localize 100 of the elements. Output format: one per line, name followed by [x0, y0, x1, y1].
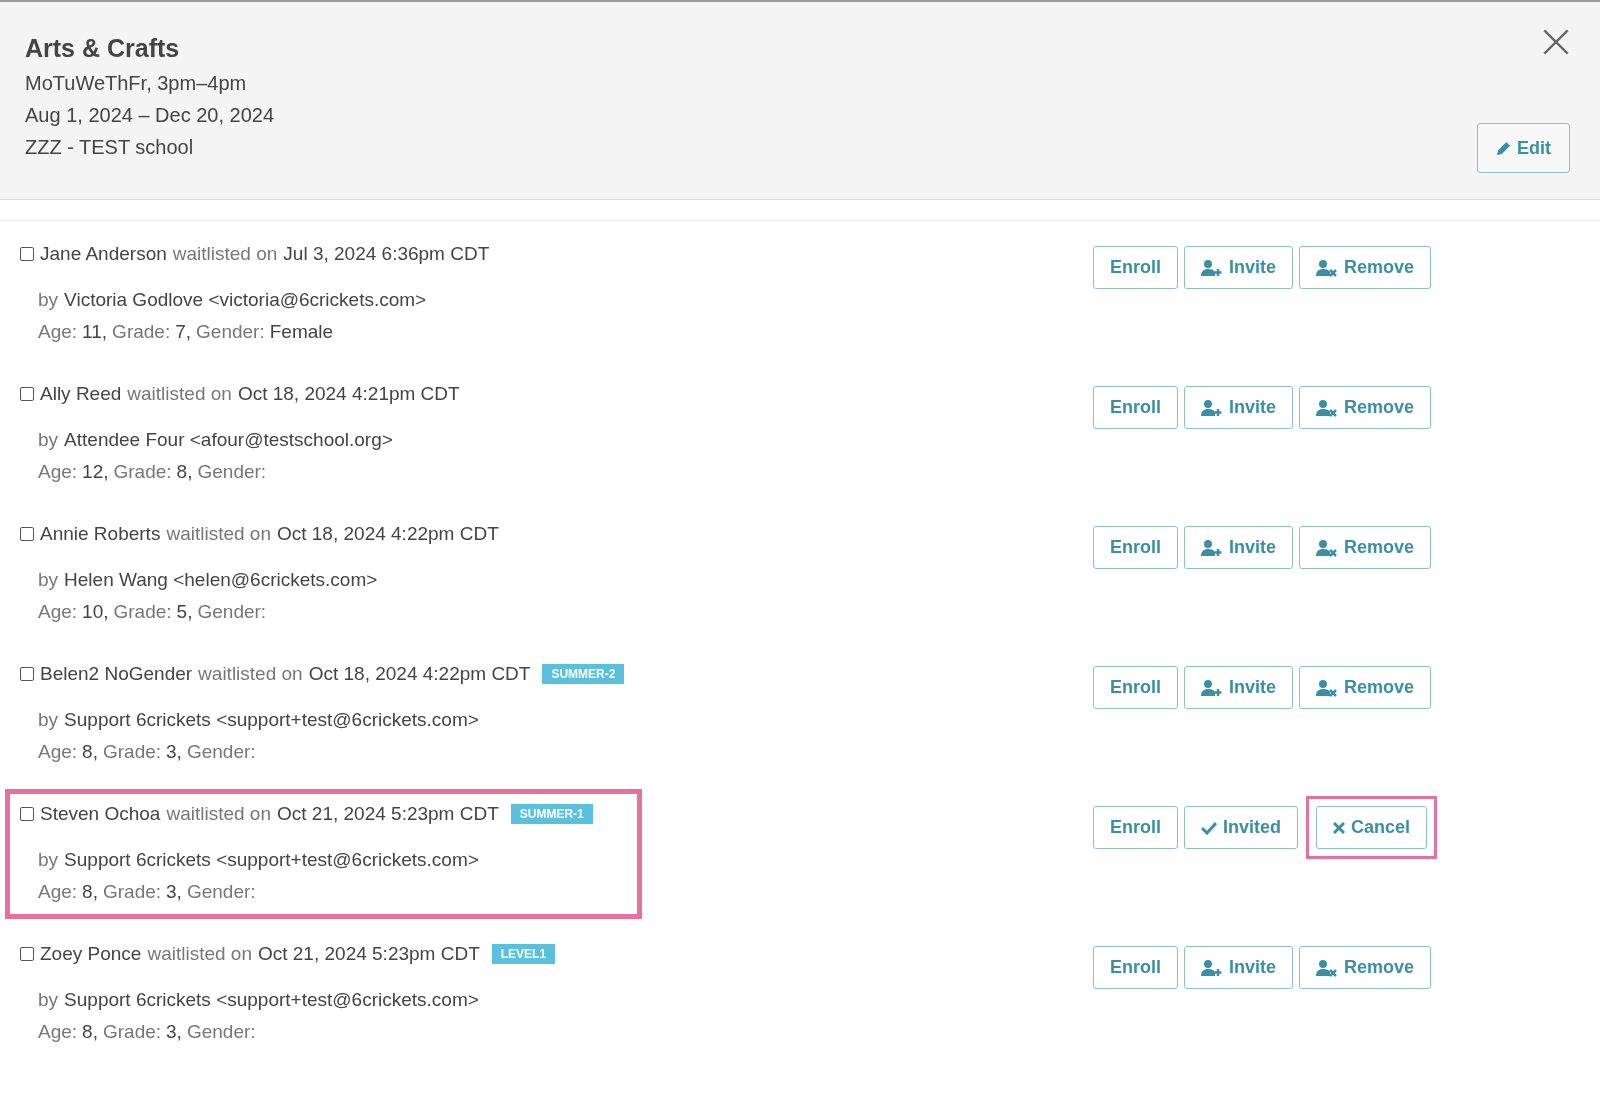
student-name[interactable]: Jane Anderson — [40, 243, 167, 265]
field-value: 3, — [166, 1021, 182, 1043]
remove-button[interactable]: Remove — [1299, 946, 1432, 989]
remove-button[interactable]: Remove — [1299, 526, 1432, 569]
checkbox[interactable] — [20, 807, 34, 821]
waitlisted-label: waitlisted on — [198, 663, 303, 685]
checkbox[interactable] — [20, 247, 34, 261]
waitlist-date: Jul 3, 2024 6:36pm CDT — [283, 243, 490, 265]
field-value: 8, — [82, 741, 98, 763]
field-label: Age: — [38, 321, 78, 343]
field-label: Gender: — [196, 321, 265, 343]
field-label: Grade: — [102, 1021, 162, 1043]
field-label: Gender: — [186, 1021, 256, 1043]
field-value: 8, — [82, 1021, 98, 1043]
tag-badge: LEVEL1 — [491, 944, 556, 964]
student-name[interactable]: Belen2 NoGender — [40, 663, 193, 685]
enroll-button[interactable]: Enroll — [1093, 666, 1178, 709]
field-label: Grade: — [113, 601, 172, 623]
field-label: Gender: — [197, 601, 267, 623]
invited-button[interactable]: Invited — [1184, 806, 1299, 849]
user-x-icon — [1316, 538, 1339, 557]
user-x-icon — [1316, 958, 1339, 977]
user-plus-icon — [1201, 958, 1223, 977]
field-value: 12, — [82, 461, 109, 483]
invite-button[interactable]: Invite — [1184, 666, 1294, 709]
by-label: by — [38, 989, 59, 1011]
check-icon — [1201, 820, 1217, 835]
waitlisted-label: waitlisted on — [127, 383, 232, 405]
field-label: Gender: — [186, 881, 256, 903]
student-name[interactable]: Steven Ochoa — [40, 803, 161, 825]
by-label: by — [38, 849, 59, 871]
user-x-icon — [1316, 398, 1339, 417]
invite-button[interactable]: Invite — [1184, 526, 1294, 569]
waitlisted-label: waitlisted on — [172, 243, 278, 265]
field-label: Age: — [38, 881, 78, 903]
by-label: by — [38, 569, 59, 591]
invite-button[interactable]: Invite — [1184, 246, 1294, 289]
by-label: by — [38, 289, 59, 311]
enroll-button[interactable]: Enroll — [1093, 946, 1178, 989]
tag-badge: SUMMER-1 — [510, 804, 593, 824]
checkbox[interactable] — [20, 527, 34, 541]
checkbox[interactable] — [20, 667, 34, 681]
invite-button[interactable]: Invite — [1184, 946, 1294, 989]
schedule-text: MoTuWeThFr, 3pm–4pm — [25, 72, 248, 95]
close-icon — [1333, 821, 1346, 834]
parent-contact: Victoria Godlove <victoria@6crickets.com> — [64, 289, 427, 311]
checkbox[interactable] — [20, 387, 34, 401]
cancel-button[interactable]: Cancel — [1316, 806, 1428, 849]
field-value: 5, — [176, 601, 193, 623]
waitlisted-label: waitlisted on — [166, 523, 271, 545]
waitlist-date: Oct 18, 2024 4:22pm CDT — [308, 663, 531, 685]
user-x-icon — [1316, 258, 1339, 277]
field-label: Age: — [38, 601, 78, 623]
field-label: Age: — [38, 461, 78, 483]
waitlist-date: Oct 18, 2024 4:21pm CDT — [237, 383, 460, 405]
waitlisted-label: waitlisted on — [166, 803, 271, 825]
field-label: Gender: — [186, 741, 256, 763]
field-value: 8, — [176, 461, 193, 483]
user-x-icon — [1316, 678, 1339, 697]
invite-button[interactable]: Invite — [1184, 386, 1294, 429]
close-icon[interactable] — [1542, 28, 1570, 56]
user-plus-icon — [1201, 258, 1223, 277]
student-name[interactable]: Annie Roberts — [40, 523, 161, 545]
enroll-button[interactable]: Enroll — [1093, 806, 1178, 849]
field-label: Grade: — [112, 321, 171, 343]
student-name[interactable]: Ally Reed — [40, 383, 122, 405]
class-title: Arts & Crafts — [25, 34, 181, 63]
enroll-button[interactable]: Enroll — [1093, 386, 1178, 429]
field-value: 3, — [166, 741, 182, 763]
field-value: Female — [269, 321, 334, 343]
school-text: ZZZ - TEST school — [25, 136, 195, 159]
parent-contact: Helen Wang <helen@6crickets.com> — [64, 569, 378, 591]
user-plus-icon — [1201, 398, 1223, 417]
field-label: Grade: — [102, 741, 162, 763]
field-label: Grade: — [113, 461, 172, 483]
enroll-button[interactable]: Enroll — [1093, 526, 1178, 569]
edit-button[interactable]: Edit — [1477, 123, 1570, 173]
parent-contact: Attendee Four <afour@testschool.org> — [64, 429, 393, 451]
tag-badge: SUMMER-2 — [542, 664, 625, 684]
remove-button[interactable]: Remove — [1299, 246, 1432, 289]
parent-contact: Support 6crickets <support+test@6crickets.com> — [64, 989, 479, 1011]
waitlist-date: Oct 18, 2024 4:22pm CDT — [276, 523, 499, 545]
enroll-button[interactable]: Enroll — [1093, 246, 1178, 289]
field-value: 3, — [166, 881, 182, 903]
by-label: by — [38, 429, 59, 451]
parent-contact: Support 6crickets <support+test@6crickets.com> — [64, 709, 479, 731]
field-label: Age: — [38, 741, 78, 763]
field-value: 7, — [175, 321, 192, 343]
student-name[interactable]: Zoey Ponce — [40, 943, 142, 965]
checkbox[interactable] — [20, 947, 34, 961]
parent-contact: Support 6crickets <support+test@6crickets.com> — [64, 849, 479, 871]
waitlisted-label: waitlisted on — [147, 943, 252, 965]
remove-button[interactable]: Remove — [1299, 666, 1432, 709]
user-plus-icon — [1201, 678, 1223, 697]
field-label: Grade: — [102, 881, 162, 903]
by-label: by — [38, 709, 59, 731]
date-range-text: Aug 1, 2024 – Dec 20, 2024 — [25, 104, 275, 127]
remove-button[interactable]: Remove — [1299, 386, 1432, 429]
waitlist-date: Oct 21, 2024 5:23pm CDT — [277, 803, 499, 825]
field-value: 11, — [82, 321, 108, 343]
